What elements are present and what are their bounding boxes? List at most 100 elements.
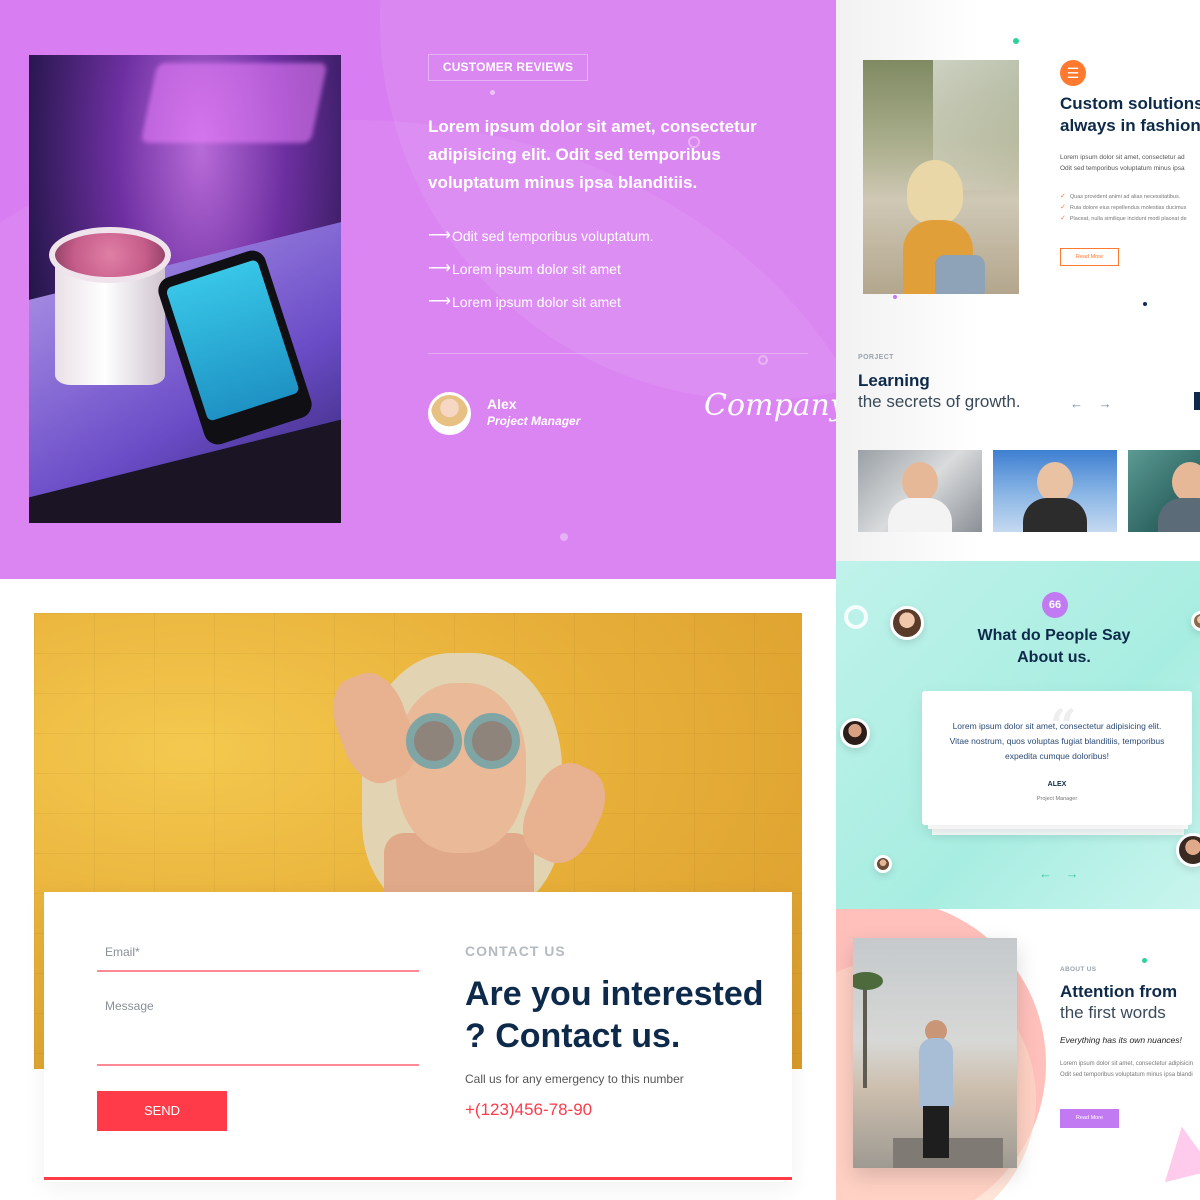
project-thumbnail[interactable]	[993, 450, 1117, 532]
title-line: Custom solutions	[1060, 94, 1200, 113]
decor-ring	[844, 605, 868, 629]
project-label: PORJECT	[858, 354, 894, 361]
send-button[interactable]: SEND	[97, 1091, 227, 1131]
about-section: ABOUT US Attention from the first words …	[836, 909, 1200, 1200]
avatar[interactable]	[890, 606, 924, 640]
phone-number[interactable]: +(123)456-78-90	[465, 1100, 592, 1120]
palm-trunk	[863, 978, 867, 1088]
person-body	[1023, 498, 1087, 532]
woman-photo	[863, 60, 1019, 294]
latte-art	[49, 227, 171, 283]
read-more-button[interactable]: Read More	[1060, 1109, 1119, 1128]
carousel-arrows[interactable]: ← →	[1039, 866, 1084, 881]
testimonial-role: Project Manager	[1036, 796, 1078, 802]
carousel-button[interactable]	[1194, 392, 1200, 410]
person-face	[902, 462, 938, 502]
decor-dot	[490, 90, 495, 95]
about-subtitle: the first words	[1060, 1003, 1166, 1022]
company-signature-logo: Company	[704, 388, 836, 423]
carousel-arrows[interactable]: ← →	[1070, 396, 1118, 411]
decor-triangle	[1152, 1121, 1200, 1183]
bullet-item: ⟶ Lorem ipsum dolor sit amet	[428, 285, 654, 318]
man-jacket	[919, 1038, 953, 1108]
coffee-phone-photo	[29, 55, 341, 523]
check-item: ✓ Quas provident animi ad alias necessita…	[1060, 191, 1187, 202]
email-field[interactable]: Email*	[97, 945, 419, 972]
person-body	[888, 498, 952, 532]
quote-icon: 66	[1042, 592, 1068, 618]
project-subtitle: the secrets of growth.	[858, 392, 1021, 411]
read-more-button[interactable]: Read More	[1060, 248, 1119, 266]
project-title: Learning	[858, 371, 930, 390]
contact-label: CONTACT US	[465, 943, 566, 959]
check-icon: ✓	[1060, 204, 1066, 211]
custom-solutions-section: ☰ Custom solutions always in fashion! Lor…	[836, 0, 1200, 561]
decor-dot	[1143, 302, 1147, 306]
testimonials-title: What do People Say About us.	[940, 625, 1168, 669]
arrow-right-icon: ⟶	[428, 259, 451, 277]
review-headline: Lorem ipsum dolor sit amet, consectetur …	[428, 117, 757, 192]
neon-light	[140, 63, 328, 143]
testimonial-author: ALEX	[1047, 781, 1067, 788]
accent-line	[44, 1177, 792, 1180]
avatar[interactable]	[1176, 833, 1200, 867]
about-title: Attention from	[1060, 982, 1178, 1001]
author-name: Alex	[487, 396, 517, 412]
list-icon: ☰	[1060, 60, 1086, 86]
bullet-item: ⟶ Odit sed temporibus voluptatum.	[428, 219, 654, 252]
paragraph-line: Odit sed temporibus voluptatum minus ips…	[1060, 1072, 1193, 1078]
woman-jacket	[935, 255, 985, 294]
decor-ring	[758, 355, 768, 365]
paragraph-line: Lorem ipsum dolor sit amet, consectetur …	[1060, 154, 1185, 161]
contact-section: Email* Message SEND CONTACT US Are you i…	[0, 579, 836, 1200]
title-line: always in fashion!	[1060, 116, 1200, 135]
project-thumbnail[interactable]	[1128, 450, 1200, 532]
decor-dot	[893, 295, 897, 299]
bullet-text: Odit sed temporibus voluptatum.	[452, 227, 654, 244]
check-item: ✓ Ruia dolore eius repellendus molestias …	[1060, 202, 1187, 213]
contact-title: Are you interested ? Contact us.	[465, 975, 764, 1055]
decor-ring	[688, 136, 700, 148]
check-icon: ✓	[1060, 193, 1066, 200]
bullet-item: ⟶ Lorem ipsum dolor sit amet	[428, 252, 654, 285]
author-role: Project Manager	[487, 414, 581, 428]
testimonial-text: Lorem ipsum dolor sit amet, consectetur …	[949, 721, 1165, 761]
person-face	[1037, 462, 1073, 502]
avatar[interactable]	[874, 855, 892, 873]
avatar[interactable]	[1191, 611, 1200, 631]
title-line: About us.	[1017, 649, 1091, 666]
section-tag: CUSTOMER REVIEWS	[428, 54, 588, 81]
template-collage: CUSTOMER REVIEWS Lorem ipsum dolor sit a…	[0, 0, 1200, 1200]
section-title: Custom solutions always in fashion!	[1060, 93, 1200, 137]
avatar	[428, 392, 471, 435]
sunglasses-lens	[464, 713, 520, 769]
decor-dot	[1013, 38, 1019, 44]
avatar[interactable]	[840, 718, 870, 748]
about-tagline: Everything has its own nuances!	[1060, 1035, 1182, 1045]
check-icon: ✓	[1060, 215, 1066, 222]
check-text: Ruia dolore eius repellendus molestias d…	[1069, 205, 1187, 211]
customer-reviews-section: CUSTOMER REVIEWS Lorem ipsum dolor sit a…	[0, 0, 836, 579]
check-text: Quas provident animi ad alias necessitat…	[1069, 194, 1181, 200]
decor-dot	[560, 533, 568, 541]
arrow-right-icon: ⟶	[428, 292, 451, 310]
message-field[interactable]: Message	[97, 999, 419, 1066]
divider	[428, 353, 808, 354]
section-paragraph: Lorem ipsum dolor sit amet, consectetur …	[1060, 152, 1200, 174]
project-thumbnail[interactable]	[858, 450, 982, 532]
paragraph-line: Odit sed temporibus voluptatum minus ips…	[1060, 165, 1185, 172]
review-bullet-list: ⟶ Odit sed temporibus voluptatum. ⟶ Lorem …	[428, 219, 654, 318]
man-legs	[923, 1106, 949, 1158]
woman-hair	[907, 160, 963, 224]
about-label: ABOUT US	[1060, 966, 1097, 973]
feature-check-list: ✓ Quas provident animi ad alias necessita…	[1060, 191, 1187, 224]
woman-face	[396, 683, 526, 853]
sunglasses-lens	[406, 713, 462, 769]
paragraph-line: Lorem ipsum dolor sit amet, consectetur …	[1060, 1061, 1194, 1067]
testimonial-card: “ Lorem ipsum dolor sit amet, consectetu…	[922, 691, 1192, 825]
person-face	[1172, 462, 1200, 502]
arrow-right-icon: ⟶	[428, 226, 451, 244]
check-item: ✓ Placeat, nulla similique incidunt modi …	[1060, 213, 1187, 224]
title-line: What do People Say	[977, 627, 1131, 644]
bullet-text: Lorem ipsum dolor sit amet	[452, 260, 621, 277]
